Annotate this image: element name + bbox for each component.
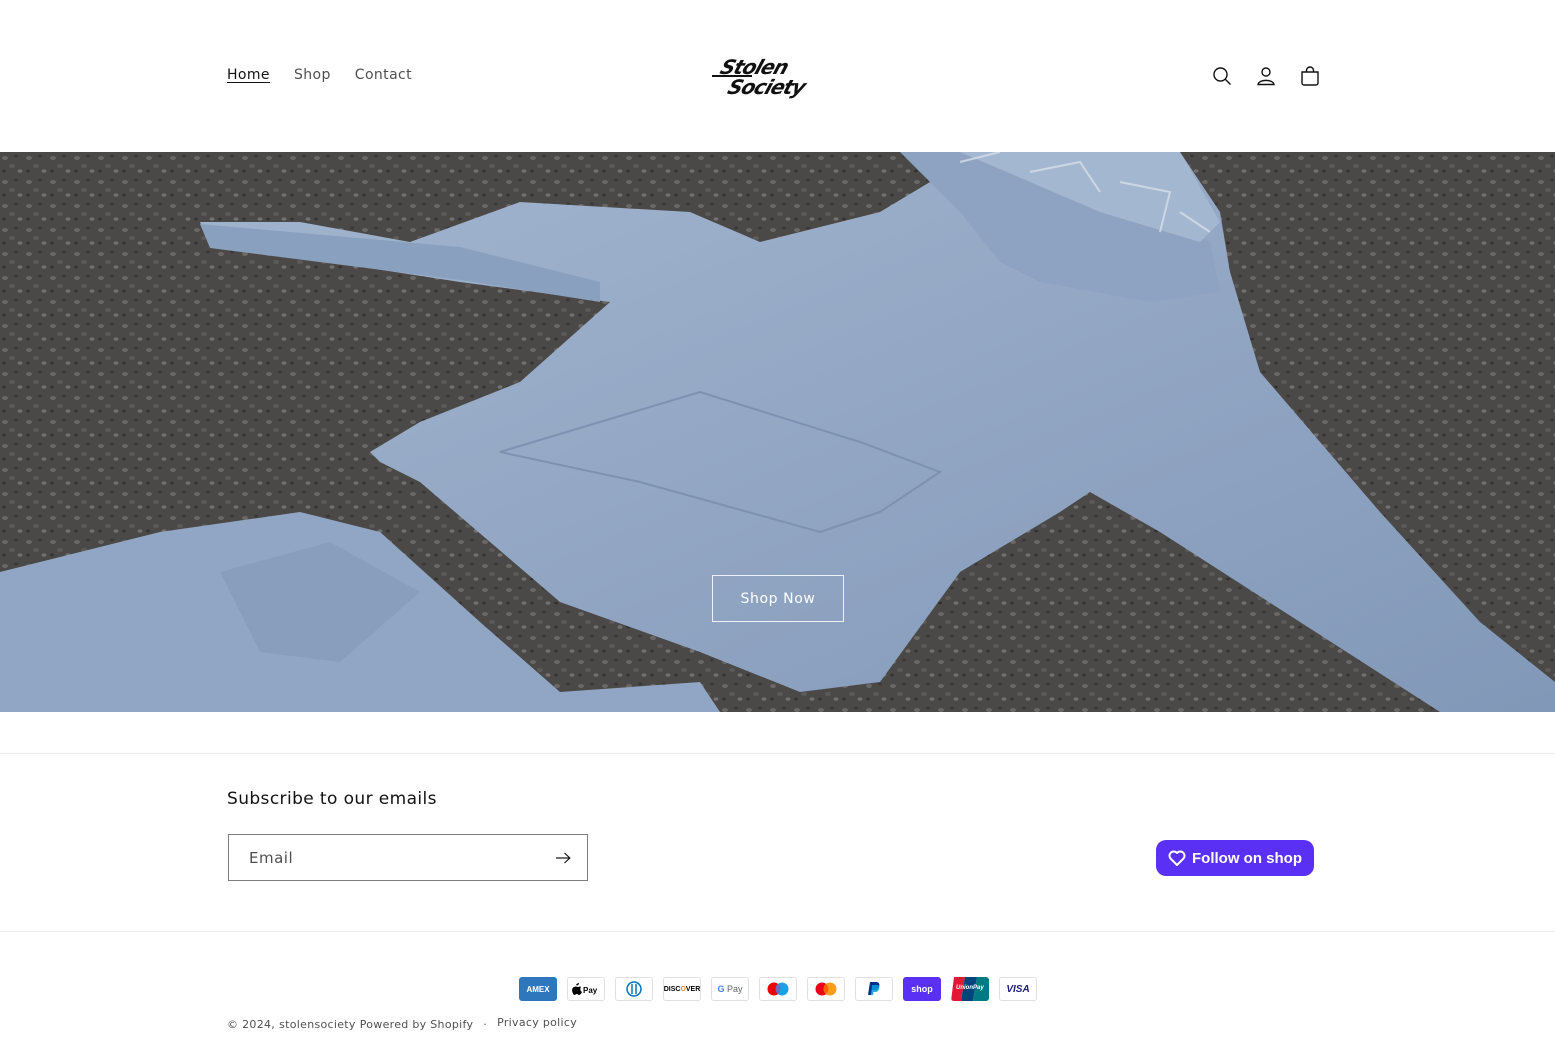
subscribe-arrow-icon[interactable]	[539, 835, 587, 880]
hero-image	[0, 152, 1555, 712]
maestro-icon	[759, 977, 797, 1001]
follow-label: Follow on shop	[1192, 849, 1302, 867]
heart-icon	[1168, 850, 1186, 866]
copyright-line: © 2024, stolensociety Powered by Shopify…	[227, 1016, 577, 1031]
account-icon[interactable]	[1244, 54, 1288, 98]
nav-home-link[interactable]: Home	[227, 64, 270, 86]
search-icon[interactable]	[1200, 54, 1244, 98]
google-pay-icon: G Pay	[711, 977, 749, 1001]
logo-graphic: Stolen Society	[712, 55, 811, 99]
union-pay-icon: UnionPay	[951, 977, 989, 1001]
diners-club-icon	[615, 977, 653, 1001]
newsletter-form	[228, 834, 588, 881]
amex-icon: AMEX	[519, 977, 557, 1001]
paypal-icon	[855, 977, 893, 1001]
mastercard-icon	[807, 977, 845, 1001]
hero-banner: Shop Now	[0, 152, 1555, 712]
store-name-link[interactable]: stolensociety	[279, 1018, 356, 1031]
privacy-policy-link[interactable]: Privacy policy	[497, 1016, 577, 1029]
main-nav: Home Shop Contact	[227, 64, 412, 86]
follow-on-shop-button[interactable]: Follow on shop	[1156, 840, 1314, 876]
powered-by-shopify-link[interactable]: Powered by Shopify	[360, 1018, 474, 1031]
header-icons	[1200, 54, 1332, 98]
discover-icon: DISC O VER	[663, 977, 701, 1001]
email-field[interactable]	[229, 835, 539, 880]
newsletter-heading: Subscribe to our emails	[227, 789, 437, 809]
separator-dot: ·	[483, 1018, 488, 1031]
nav-contact-link[interactable]: Contact	[355, 64, 412, 86]
store-logo[interactable]: Stolen Society	[708, 52, 848, 100]
copyright-year: © 2024,	[227, 1018, 276, 1031]
shop-now-button[interactable]: Shop Now	[712, 575, 844, 622]
site-header: Home Shop Contact Stolen Society	[0, 0, 1555, 152]
svg-text:UnionPay: UnionPay	[956, 985, 984, 991]
svg-text:Pay: Pay	[583, 986, 598, 995]
nav-shop-link[interactable]: Shop	[294, 64, 331, 86]
visa-icon: VISA	[999, 977, 1037, 1001]
svg-text:Society: Society	[725, 75, 811, 98]
shop-pay-icon: shop	[903, 977, 941, 1001]
payment-icons: AMEX Pay DISC O VER G Pay shop UnionPay VI…	[519, 977, 1037, 1001]
apple-pay-icon: Pay	[567, 977, 605, 1001]
footer-top-divider	[0, 753, 1555, 754]
cart-icon[interactable]	[1288, 54, 1332, 98]
footer-bottom-divider	[0, 931, 1555, 932]
